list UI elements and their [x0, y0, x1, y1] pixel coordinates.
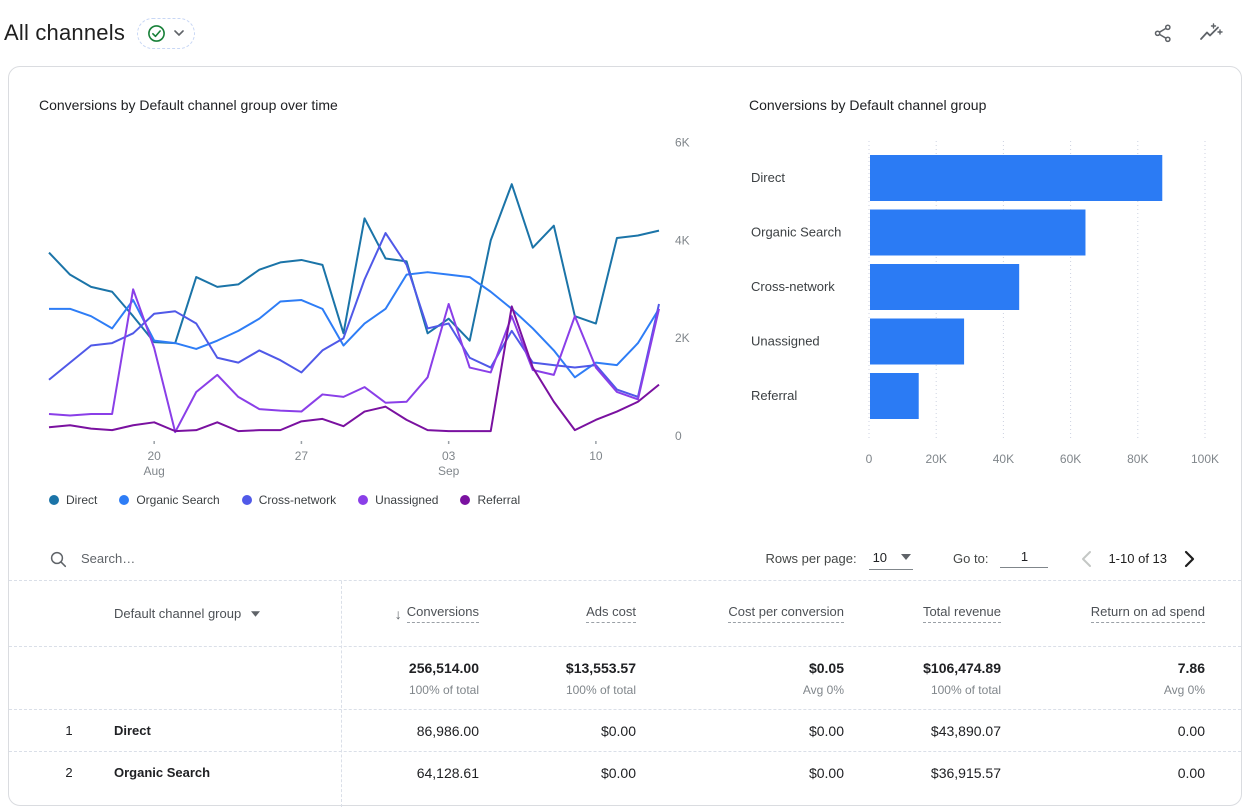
svg-text:03: 03 — [442, 449, 456, 463]
search-box[interactable] — [49, 550, 766, 568]
sort-desc-icon: ↓ — [394, 605, 402, 622]
report-status-dropdown[interactable] — [137, 17, 196, 49]
row-channel-name: Direct — [114, 723, 151, 738]
column-header-dimension[interactable]: Default channel group — [99, 606, 341, 621]
totals-total-revenue: $106,474.89 100% of total — [923, 659, 1001, 697]
select-caret-icon — [901, 554, 912, 560]
insights-icon[interactable] — [1198, 20, 1224, 46]
column-header-return-on-ad-spend[interactable]: Return on ad spend — [1090, 604, 1205, 623]
legend-label: Direct — [66, 493, 98, 507]
page-title: All channels — [4, 20, 126, 45]
line-chart[interactable]: 6K 4K 2K 0 20Aug 27 03Sep 10 — [39, 127, 709, 487]
legend-dot — [460, 495, 471, 505]
go-to-page-input[interactable] — [1000, 549, 1049, 568]
legend-item-direct[interactable]: Direct — [49, 493, 97, 507]
svg-text:Cross-network: Cross-network — [751, 279, 835, 294]
svg-text:80K: 80K — [1127, 452, 1148, 466]
rows-per-page-label: Rows per page: — [765, 551, 857, 566]
row-total-revenue: $43,890.07 — [930, 722, 1001, 739]
svg-text:Organic Search: Organic Search — [751, 225, 841, 240]
row-cost-per-conversion: $0.00 — [808, 764, 844, 781]
rows-per-page-select[interactable]: 10 — [868, 548, 914, 570]
svg-text:6K: 6K — [675, 136, 690, 150]
totals-cost-per-conversion: $0.05 Avg 0% — [802, 659, 844, 697]
rows-per-page-value: 10 — [872, 549, 888, 565]
search-input[interactable] — [81, 551, 381, 566]
pagination: Rows per page: 10 Go to: 1-10 of 13 — [766, 547, 1202, 571]
legend-dot — [119, 495, 130, 505]
svg-text:0: 0 — [675, 429, 682, 443]
svg-text:20: 20 — [147, 449, 161, 463]
legend-dot — [358, 495, 369, 505]
line-chart-title: Conversions by Default channel group ove… — [39, 97, 338, 113]
dimension-caret-icon — [251, 610, 261, 617]
svg-text:Referral: Referral — [751, 388, 797, 403]
legend-item-unassigned[interactable]: Unassigned — [358, 493, 438, 507]
table-header-row: Default channel group ↓ Conversions Ads … — [9, 581, 1241, 646]
row-index: 1 — [65, 723, 73, 738]
row-index: 2 — [65, 765, 73, 780]
svg-text:10: 10 — [589, 449, 603, 463]
totals-return-on-ad-spend: 7.86 Avg 0% — [1163, 659, 1205, 697]
legend-label: Referral — [477, 493, 521, 507]
column-header-conversions[interactable]: ↓ Conversions — [395, 604, 479, 623]
report-header: All channels — [0, 0, 1250, 66]
svg-text:27: 27 — [295, 449, 309, 463]
svg-text:40K: 40K — [993, 452, 1014, 466]
legend-item-referral[interactable]: Referral — [460, 493, 520, 507]
next-page-icon[interactable] — [1177, 547, 1201, 571]
table-toolbar: Rows per page: 10 Go to: 1-10 of 13 — [9, 537, 1241, 581]
totals-conversions: 256,514.00 100% of total — [408, 659, 479, 697]
bar-chart[interactable]: Direct Organic Search Cross-network Unassig… — [749, 127, 1239, 487]
svg-text:2K: 2K — [675, 331, 690, 345]
column-header-ads-cost[interactable]: Ads cost — [586, 604, 636, 623]
legend-label: Unassigned — [375, 493, 439, 507]
svg-text:Direct: Direct — [751, 170, 785, 185]
row-ads-cost: $0.00 — [600, 722, 636, 739]
table-totals-row: 256,514.00 100% of total $13,553.57 100%… — [9, 646, 1241, 709]
row-cost-per-conversion: $0.00 — [808, 722, 844, 739]
svg-text:0: 0 — [866, 452, 873, 466]
legend-item-cross-network[interactable]: Cross-network — [241, 493, 337, 507]
row-return-on-ad-spend: 0.00 — [1177, 764, 1205, 781]
row-return-on-ad-spend: 0.00 — [1177, 722, 1205, 739]
svg-text:4K: 4K — [675, 233, 690, 247]
chevron-down-icon — [174, 30, 184, 36]
report-card: Conversions by Default channel group ove… — [8, 66, 1242, 807]
go-to-label: Go to: — [953, 551, 989, 566]
row-conversions: 86,986.00 — [416, 722, 479, 739]
row-channel-name: Organic Search — [114, 765, 211, 780]
legend-item-organic-search[interactable]: Organic Search — [119, 493, 220, 507]
pagination-range: 1-10 of 13 — [1108, 551, 1167, 566]
row-conversions: 64,128.61 — [416, 764, 479, 781]
table-row[interactable]: 1 Direct 86,986.00 $0.00 $0.00 $43,890.0… — [9, 709, 1241, 751]
legend-dot — [49, 495, 59, 505]
column-header-cost-per-conversion[interactable]: Cost per conversion — [728, 604, 844, 623]
table-row[interactable]: 2 Organic Search 64,128.61 $0.00 $0.00 $… — [9, 751, 1241, 793]
row-ads-cost: $0.00 — [600, 764, 636, 781]
legend-dot — [241, 495, 252, 505]
column-header-total-revenue[interactable]: Total revenue — [922, 604, 1001, 623]
line-chart-legend: Direct Organic Search Cross-network Unassig… — [49, 493, 520, 507]
legend-label: Organic Search — [136, 493, 220, 507]
legend-label: Cross-network — [258, 493, 337, 507]
previous-page-icon[interactable] — [1074, 547, 1098, 571]
column-divider — [341, 581, 342, 807]
dimension-header-label: Default channel group — [114, 606, 242, 621]
check-circle-icon — [148, 24, 165, 42]
svg-text:Aug: Aug — [143, 464, 164, 478]
row-total-revenue: $36,915.57 — [930, 764, 1001, 781]
totals-ads-cost: $13,553.57 100% of total — [565, 659, 636, 697]
svg-text:60K: 60K — [1060, 452, 1081, 466]
share-icon[interactable] — [1150, 20, 1176, 46]
bar-chart-title: Conversions by Default channel group — [749, 97, 987, 113]
svg-text:20K: 20K — [926, 452, 947, 466]
svg-text:Sep: Sep — [438, 464, 460, 478]
svg-text:100K: 100K — [1191, 452, 1219, 466]
svg-text:Unassigned: Unassigned — [751, 334, 820, 349]
search-icon — [50, 551, 67, 567]
